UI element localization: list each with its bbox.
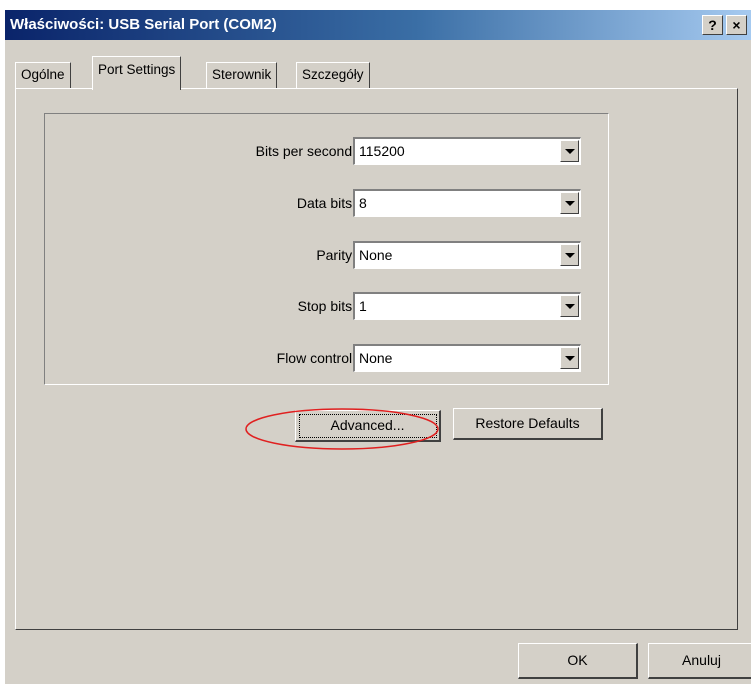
advanced-button[interactable]: Advanced... xyxy=(295,410,441,442)
settings-group: Bits per second: 115200 Data bits: 8 Par… xyxy=(44,113,609,385)
tab-szczegoly[interactable]: Szczegóły xyxy=(296,62,370,88)
chevron-down-icon[interactable] xyxy=(560,192,579,214)
flow-control-value: None xyxy=(359,350,393,366)
window-title: Właściwości: USB Serial Port (COM2) xyxy=(10,16,277,33)
stop-bits-label: Stop bits: xyxy=(297,298,356,314)
port-settings-panel: Bits per second: 115200 Data bits: 8 Par… xyxy=(15,88,738,630)
cancel-button[interactable]: Anuluj xyxy=(648,643,751,679)
stop-bits-value: 1 xyxy=(359,298,367,314)
chevron-down-icon[interactable] xyxy=(560,244,579,266)
parity-value: None xyxy=(359,247,393,263)
bits-per-second-label: Bits per second: xyxy=(255,143,356,159)
flow-control-select[interactable]: None xyxy=(353,344,581,372)
stop-bits-select[interactable]: 1 xyxy=(353,292,581,320)
flow-control-label: Flow control: xyxy=(276,350,356,366)
data-bits-value: 8 xyxy=(359,195,367,211)
chevron-down-icon[interactable] xyxy=(560,295,579,317)
chevron-down-icon[interactable] xyxy=(560,140,579,162)
ok-button[interactable]: OK xyxy=(518,643,638,679)
properties-dialog: Właściwości: USB Serial Port (COM2) ? × … xyxy=(5,10,751,684)
title-bar[interactable]: Właściwości: USB Serial Port (COM2) ? × xyxy=(5,10,751,40)
data-bits-select[interactable]: 8 xyxy=(353,189,581,217)
stop-bits-row: Stop bits: 1 xyxy=(45,292,608,322)
chevron-down-icon[interactable] xyxy=(560,347,579,369)
flow-control-row: Flow control: None xyxy=(45,344,608,374)
tab-ogolne[interactable]: Ogólne xyxy=(15,62,71,88)
tab-sterownik[interactable]: Sterownik xyxy=(206,62,278,88)
close-button[interactable]: × xyxy=(726,15,747,35)
data-bits-row: Data bits: 8 xyxy=(45,189,608,219)
help-button[interactable]: ? xyxy=(702,15,723,35)
parity-row: Parity: None xyxy=(45,241,608,271)
parity-select[interactable]: None xyxy=(353,241,581,269)
bits-per-second-value: 115200 xyxy=(359,143,405,159)
parity-label: Parity: xyxy=(316,247,356,263)
bits-per-second-row: Bits per second: 115200 xyxy=(45,137,608,167)
tab-port-settings[interactable]: Port Settings xyxy=(92,56,182,90)
restore-defaults-button[interactable]: Restore Defaults xyxy=(453,408,603,440)
data-bits-label: Data bits: xyxy=(296,195,356,211)
bits-per-second-select[interactable]: 115200 xyxy=(353,137,581,165)
